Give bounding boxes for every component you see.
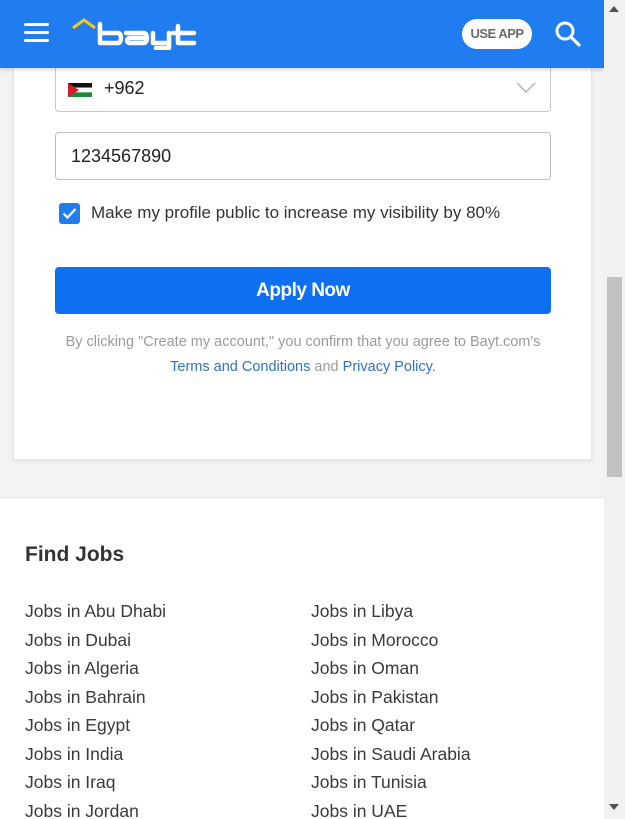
bayt-logo[interactable]	[70, 16, 200, 50]
apply-now-button[interactable]: Apply Now	[55, 267, 551, 314]
chevron-down-icon	[516, 82, 536, 94]
apply-form-card: +962 Make my profile public to increase …	[13, 40, 592, 460]
job-link[interactable]: Jobs in Tunisia	[311, 772, 471, 801]
find-jobs-section: Find Jobs Jobs in Abu Dhabi Jobs in Duba…	[0, 497, 604, 819]
job-link[interactable]: Jobs in Egypt	[25, 715, 166, 744]
search-icon[interactable]	[554, 20, 582, 48]
country-code-select[interactable]: +962	[55, 67, 551, 112]
job-link[interactable]: Jobs in Saudi Arabia	[311, 744, 471, 773]
legal-notice: By clicking "Create my account," you con…	[44, 330, 562, 380]
job-link[interactable]: Jobs in India	[25, 744, 166, 773]
job-link[interactable]: Jobs in Bahrain	[25, 687, 166, 716]
page: +962 Make my profile public to increase …	[0, 0, 604, 819]
terms-link[interactable]: Terms and Conditions	[170, 359, 310, 375]
privacy-link[interactable]: Privacy Policy.	[343, 359, 436, 375]
jordan-flag-icon	[68, 83, 92, 97]
scroll-thumb[interactable]	[607, 277, 622, 477]
menu-icon[interactable]	[24, 23, 49, 43]
job-link[interactable]: Jobs in Libya	[311, 601, 471, 630]
scroll-down-arrow-icon[interactable]	[609, 804, 619, 810]
profile-public-checkbox[interactable]	[59, 203, 80, 224]
legal-and-text: and	[314, 359, 339, 375]
use-app-button[interactable]: USE APP	[462, 19, 532, 49]
job-link[interactable]: Jobs in Iraq	[25, 772, 166, 801]
find-jobs-title: Find Jobs	[25, 543, 125, 566]
job-link[interactable]: Jobs in Morocco	[311, 630, 471, 659]
job-link[interactable]: Jobs in Jordan	[25, 801, 166, 819]
top-header: USE APP	[0, 0, 604, 68]
scroll-up-arrow-icon[interactable]	[609, 6, 619, 12]
checkmark-icon	[62, 208, 77, 220]
jobs-list-left: Jobs in Abu Dhabi Jobs in Dubai Jobs in …	[25, 601, 166, 819]
phone-number-input[interactable]	[55, 132, 551, 180]
job-link[interactable]: Jobs in UAE	[311, 801, 471, 819]
country-code-value: +962	[104, 78, 145, 98]
job-link[interactable]: Jobs in Dubai	[25, 630, 166, 659]
job-link[interactable]: Jobs in Algeria	[25, 658, 166, 687]
profile-public-label: Make my profile public to increase my vi…	[91, 203, 501, 222]
job-link[interactable]: Jobs in Qatar	[311, 715, 471, 744]
jobs-list-right: Jobs in Libya Jobs in Morocco Jobs in Om…	[311, 601, 471, 819]
vertical-scrollbar[interactable]	[604, 0, 625, 819]
legal-text: By clicking "Create my account," you con…	[65, 334, 541, 350]
job-link[interactable]: Jobs in Abu Dhabi	[25, 601, 166, 630]
job-link[interactable]: Jobs in Oman	[311, 658, 471, 687]
job-link[interactable]: Jobs in Pakistan	[311, 687, 471, 716]
